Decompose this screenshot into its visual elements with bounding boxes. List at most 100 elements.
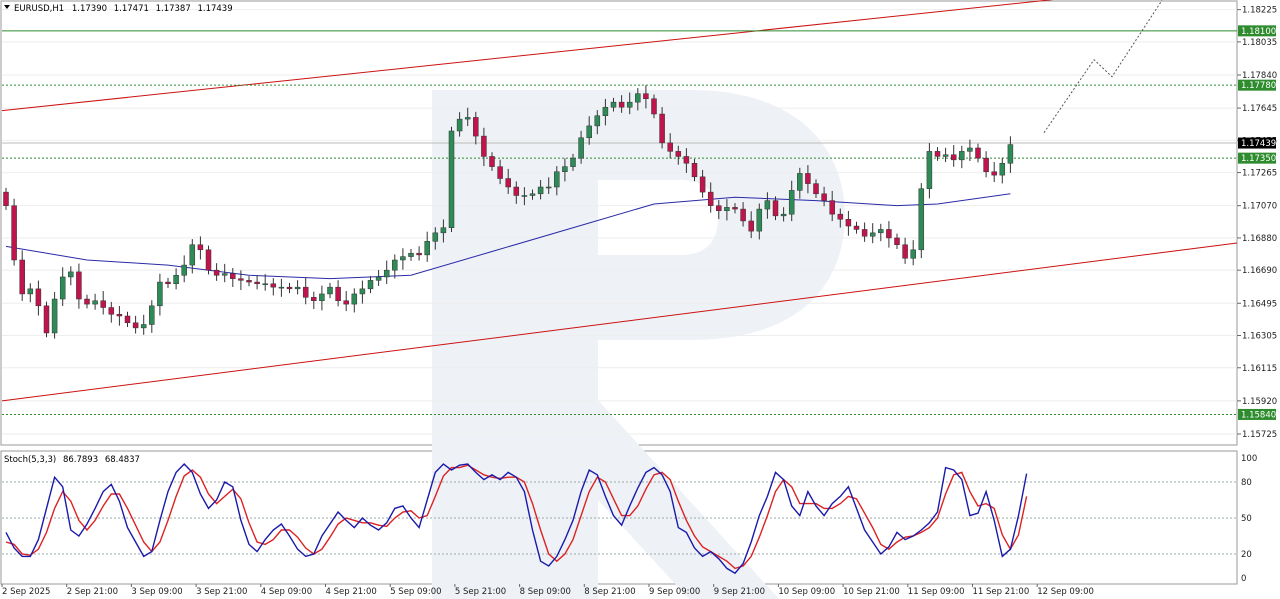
candle-bull [967, 147, 973, 152]
stoch-header: Stoch(5,3,3) 86.7893 68.4837 [4, 455, 140, 465]
candle-bull [68, 271, 74, 278]
candle-bull [521, 195, 528, 197]
candle-bear [286, 286, 293, 290]
stoch-d-value: 68.4837 [105, 455, 140, 465]
candle-bull [262, 283, 268, 286]
candle-bear [716, 205, 722, 212]
candle-bear [108, 307, 115, 315]
candle-bull [610, 101, 617, 108]
candle-bear [3, 191, 9, 206]
candle-bear [950, 154, 957, 161]
candle-bull [59, 276, 66, 300]
candle-bull [149, 305, 155, 325]
price-level-badge-label: 1.15840 [1241, 410, 1276, 420]
low-value: 1.17387 [156, 4, 191, 14]
time-tick-label: 12 Sep 09:00 [1037, 587, 1094, 597]
time-tick-label: 9 Sep 21:00 [714, 587, 765, 597]
candle-bull [626, 101, 633, 108]
candle-bear [270, 283, 277, 288]
stoch-tick-label: 80 [1241, 478, 1252, 488]
time-tick-label: 2 Sep 21:00 [67, 587, 118, 597]
main-chart-frame[interactable] [0, 0, 1238, 446]
time-tick-label: 10 Sep 21:00 [843, 587, 900, 597]
price-tick-label: 1.16495 [1242, 299, 1277, 309]
price-level-badge-label: 1.17780 [1241, 81, 1276, 91]
candle-bear [983, 157, 989, 172]
candle-bear [246, 280, 252, 283]
candle-bear [238, 278, 244, 281]
candle-bull [173, 275, 179, 285]
stoch-tick-label: 100 [1241, 454, 1257, 464]
stoch-label: Stoch(5,3,3) [4, 455, 56, 465]
candle-bull [140, 324, 147, 329]
candle-bull [878, 229, 884, 234]
candle-bear [643, 93, 649, 99]
candle-bear [11, 205, 17, 261]
candle-bear [886, 229, 892, 239]
candle-bear [473, 117, 479, 137]
candle-bull [724, 207, 730, 212]
time-tick-label: 3 Sep 09:00 [131, 587, 182, 597]
candle-bear [43, 305, 50, 334]
candle-bear [343, 300, 349, 305]
chart-svg: EURUSD,H1 1.17390 1.17471 1.17387 1.1743… [0, 0, 1277, 599]
candle-bull [92, 300, 98, 305]
candle-bull [464, 117, 471, 120]
candle-bull [278, 286, 285, 289]
candle-bull [432, 232, 439, 242]
price-tick-label: 1.16305 [1242, 332, 1277, 342]
candle-bear [132, 322, 139, 329]
candle-bull [780, 213, 787, 217]
candle-bear [732, 207, 738, 210]
time-tick-label: 9 Sep 09:00 [649, 587, 700, 597]
candle-bull [375, 276, 382, 281]
candle-bear [230, 273, 236, 279]
candle-bull [999, 162, 1006, 176]
candle-bull [189, 244, 196, 266]
candle-bull [797, 173, 803, 191]
candle-bear [675, 151, 682, 157]
candle-bear [19, 259, 25, 295]
candle-bear [197, 244, 204, 251]
candle-bear [853, 225, 860, 230]
candle-bull [392, 259, 398, 271]
candle-bull [562, 166, 568, 172]
candle-bull [764, 200, 771, 210]
symbol-header: EURUSD,H1 1.17390 1.17471 1.17387 1.1743… [4, 4, 233, 14]
candle-bear [205, 249, 212, 271]
candle-bull [529, 193, 536, 196]
stoch-tick-label: 0 [1241, 574, 1246, 584]
time-tick-label: 5 Sep 21:00 [455, 587, 506, 597]
candle-bull [408, 252, 414, 257]
candle-bear [691, 162, 698, 178]
candle-bear [699, 176, 706, 193]
candle-bull [788, 190, 795, 215]
candle-bear [100, 300, 106, 308]
time-tick-label: 10 Sep 09:00 [778, 587, 835, 597]
candle-bear [254, 281, 260, 285]
candle-bull [635, 93, 641, 103]
candle-bear [813, 183, 819, 195]
candle-bear [335, 286, 341, 301]
candle-bear [481, 135, 487, 157]
candle-bull [440, 227, 447, 234]
candle-bull [869, 232, 876, 237]
time-tick-label: 2 Sep 2025 [2, 587, 50, 597]
candle-bull [221, 273, 228, 276]
candle-bear [837, 213, 844, 220]
time-tick-label: 4 Sep 09:00 [261, 587, 312, 597]
candle-bear [683, 156, 690, 164]
candle-bear [35, 288, 42, 307]
stoch-k-value: 86.7893 [63, 455, 98, 465]
candle-bear [659, 113, 665, 144]
time-tick-label: 8 Sep 21:00 [584, 587, 635, 597]
open-value: 1.17390 [72, 4, 107, 14]
time-tick-label: 11 Sep 09:00 [908, 587, 965, 597]
stoch-tick-label: 50 [1241, 514, 1252, 524]
candle-bear [416, 252, 422, 256]
candle-bear [76, 271, 82, 300]
high-value: 1.17471 [114, 4, 149, 14]
candle-bear [84, 298, 90, 305]
candle-bear [748, 220, 754, 232]
svg-text:EURUSD,H1 1.17390: EURUSD,H1 1.17390 1.17471 1.17387 1.1743… [14, 4, 233, 14]
